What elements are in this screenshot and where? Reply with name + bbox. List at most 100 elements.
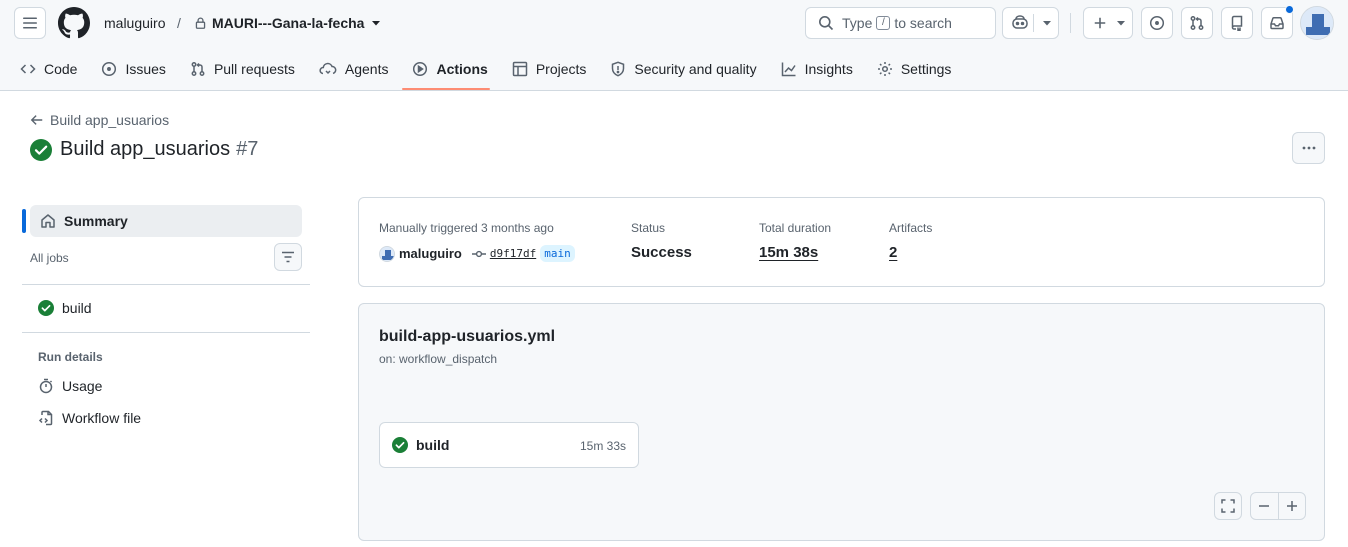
- success-check-icon: [38, 300, 62, 316]
- tab-projects[interactable]: Projects: [504, 51, 595, 87]
- zoom-out-button[interactable]: [1251, 500, 1278, 512]
- run-title: Build app_usuarios #7: [60, 138, 259, 160]
- status-value: Success: [631, 244, 692, 261]
- tab-label: Security and quality: [634, 61, 757, 77]
- tab-label: Projects: [535, 61, 587, 77]
- copilot-button-divider: [1033, 14, 1034, 32]
- issues-button[interactable]: [1141, 7, 1173, 39]
- all-jobs-heading: All jobs: [30, 251, 69, 265]
- kebab-horizontal-icon: [1301, 140, 1317, 156]
- github-logo-icon[interactable]: [58, 7, 90, 39]
- tab-label: Pull requests: [213, 61, 295, 77]
- workflow-file-name: build-app-usuarios.yml: [379, 328, 556, 345]
- tab-label: Insights: [804, 61, 853, 77]
- fullscreen-button[interactable]: [1214, 492, 1242, 520]
- file-code-icon: [38, 410, 62, 426]
- chevron-down-icon[interactable]: [1042, 19, 1052, 27]
- tab-security[interactable]: Security and quality: [602, 51, 764, 87]
- success-check-icon: [392, 437, 408, 453]
- job-name: build: [416, 437, 450, 453]
- agents-icon: [319, 61, 345, 77]
- plus-icon: [1093, 16, 1107, 30]
- status-label: Status: [631, 221, 666, 235]
- path-separator: /: [177, 15, 181, 31]
- plus-icon: [1286, 500, 1298, 512]
- tab-agents[interactable]: Agents: [311, 51, 397, 87]
- user-avatar[interactable]: [1300, 6, 1334, 40]
- menu-button[interactable]: [14, 7, 46, 39]
- sidebar-item-usage[interactable]: Usage: [38, 378, 102, 394]
- branch-label[interactable]: main: [540, 245, 575, 262]
- sidebar-item-label: Usage: [62, 378, 103, 394]
- back-to-workflow-link[interactable]: Build app_usuarios: [30, 112, 169, 128]
- gear-icon: [877, 61, 901, 77]
- commit-link[interactable]: d9f17df: [471, 247, 536, 260]
- sidebar-job-build[interactable]: build: [38, 300, 92, 316]
- actor-name[interactable]: maluguiro: [399, 246, 462, 261]
- search-shortcut-key: /: [876, 16, 891, 30]
- tab-code[interactable]: Code: [12, 51, 85, 87]
- git-pull-request-icon: [1189, 15, 1205, 31]
- sidebar-item-label: Summary: [64, 213, 128, 229]
- duration-value[interactable]: 15m 38s: [759, 244, 818, 261]
- duration-label: Total duration: [759, 221, 832, 235]
- active-tab-indicator: [402, 88, 490, 90]
- git-commit-icon: [471, 249, 490, 259]
- shield-icon: [610, 61, 634, 77]
- run-details-heading: Run details: [38, 350, 103, 364]
- job-duration: 15m 33s: [579, 439, 626, 453]
- tab-actions[interactable]: Actions: [404, 51, 495, 87]
- repo-nav-tabs: Code Issues Pull requests Agents Actions…: [12, 51, 967, 91]
- sidebar-item-label: Workflow file: [62, 410, 142, 426]
- notification-indicator: [1285, 5, 1294, 14]
- issue-icon: [101, 61, 125, 77]
- zoom-in-button[interactable]: [1279, 500, 1306, 512]
- tab-insights[interactable]: Insights: [773, 51, 861, 87]
- table-icon: [512, 61, 536, 77]
- copilot-button[interactable]: [1002, 7, 1059, 39]
- create-new-button[interactable]: [1083, 7, 1133, 39]
- run-number: #7: [236, 138, 259, 160]
- repo-dropdown-icon[interactable]: [371, 19, 381, 27]
- back-link-label: Build app_usuarios: [50, 112, 170, 128]
- workflow-graph: build-app-usuarios.yml on: workflow_disp…: [358, 303, 1325, 541]
- chevron-down-icon: [1116, 19, 1126, 27]
- play-icon: [412, 61, 436, 77]
- more-options-button[interactable]: [1292, 132, 1325, 164]
- repositories-button[interactable]: [1221, 7, 1253, 39]
- tab-label: Issues: [125, 61, 166, 77]
- hamburger-icon: [22, 15, 38, 31]
- tab-settings[interactable]: Settings: [869, 51, 960, 87]
- search-placeholder-prefix: Type: [842, 15, 873, 31]
- search-input[interactable]: Type / to search: [805, 7, 996, 39]
- tab-pull-requests[interactable]: Pull requests: [182, 51, 303, 87]
- actor-avatar[interactable]: [379, 245, 395, 262]
- inbox-icon: [1269, 15, 1285, 31]
- tab-label: Agents: [344, 61, 389, 77]
- success-check-icon: [30, 138, 52, 161]
- tab-label: Settings: [900, 61, 952, 77]
- tab-issues[interactable]: Issues: [93, 51, 173, 87]
- tab-label: Code: [44, 61, 78, 77]
- screen-full-icon: [1221, 499, 1235, 513]
- header-divider: [1070, 13, 1071, 33]
- owner-link[interactable]: maluguiro: [104, 15, 165, 31]
- sidebar-divider: [22, 332, 310, 333]
- repo-icon: [1229, 15, 1245, 31]
- summary-active-indicator: [22, 209, 26, 233]
- repo-link[interactable]: MAURI---Gana-la-fecha: [212, 15, 364, 31]
- sidebar-item-summary[interactable]: Summary: [30, 205, 302, 237]
- pull-requests-button[interactable]: [1181, 7, 1213, 39]
- zoom-controls: [1250, 492, 1306, 520]
- sidebar-item-workflow-file[interactable]: Workflow file: [38, 410, 141, 426]
- page-title: Build app_usuarios #7: [30, 138, 258, 161]
- job-node-build[interactable]: build 15m 33s: [379, 422, 639, 468]
- filter-jobs-button[interactable]: [274, 243, 302, 271]
- run-summary-card: Manually triggered 3 months ago maluguir…: [358, 197, 1325, 287]
- stopwatch-icon: [38, 378, 62, 394]
- workflow-trigger: on: workflow_dispatch: [379, 352, 498, 366]
- artifacts-count[interactable]: 2: [889, 244, 897, 261]
- issue-opened-icon: [1149, 15, 1165, 31]
- trigger-text: Manually triggered 3 months ago: [379, 221, 554, 235]
- graph-icon: [781, 61, 805, 77]
